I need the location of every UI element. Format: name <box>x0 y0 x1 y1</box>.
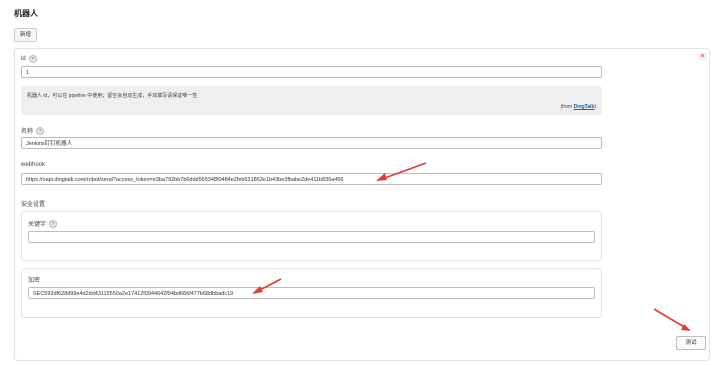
sign-label: 加密 <box>28 278 41 284</box>
webhook-label-row: webhook <box>21 162 45 168</box>
id-help-box: 机器人 id，可以在 pipeline 中使用；留空会自动生成，手动填写请保证唯… <box>21 86 602 115</box>
id-label-row: id ? <box>21 55 37 63</box>
keyword-label: 关键字 <box>28 222 47 228</box>
id-input[interactable]: 1 <box>21 66 602 78</box>
source-prefix: (from <box>560 104 574 110</box>
source-suffix: ) <box>594 104 596 110</box>
source-note: (from DingTalk) <box>561 104 596 110</box>
add-button[interactable]: 新增 <box>14 28 38 42</box>
webhook-label: webhook <box>21 162 46 168</box>
sign-input[interactable]: SEC593df628d99e4d2dd43115550a2e17412f094… <box>28 287 595 299</box>
security-label: 安全设置 <box>21 202 46 208</box>
id-label: id <box>21 56 26 62</box>
keyword-label-row: 关键字 ? <box>28 219 58 228</box>
sign-label-row: 加密 <box>28 275 40 284</box>
name-label-row: 名称 ? <box>21 126 45 135</box>
help-icon[interactable]: ? <box>36 126 45 135</box>
webhook-input[interactable]: https://oapi.dingtalk.com/robot/send?acc… <box>21 173 602 185</box>
keyword-input[interactable] <box>28 231 595 243</box>
test-button[interactable]: 测试 <box>676 336 706 350</box>
dingtalk-link[interactable]: DingTalk <box>574 104 595 110</box>
help-icon[interactable]: ? <box>49 219 58 228</box>
security-label-row: 安全设置 <box>21 199 45 208</box>
name-input[interactable]: Jenkins钉钉机器人 <box>21 137 602 149</box>
page-title: 机器人 <box>14 9 38 18</box>
name-label: 名称 <box>21 129 34 135</box>
id-help-text: 机器人 id，可以在 pipeline 中使用；留空会自动生成，手动填写请保证唯… <box>27 93 198 99</box>
close-icon[interactable]: × <box>698 52 707 61</box>
help-icon[interactable]: ? <box>28 55 37 63</box>
